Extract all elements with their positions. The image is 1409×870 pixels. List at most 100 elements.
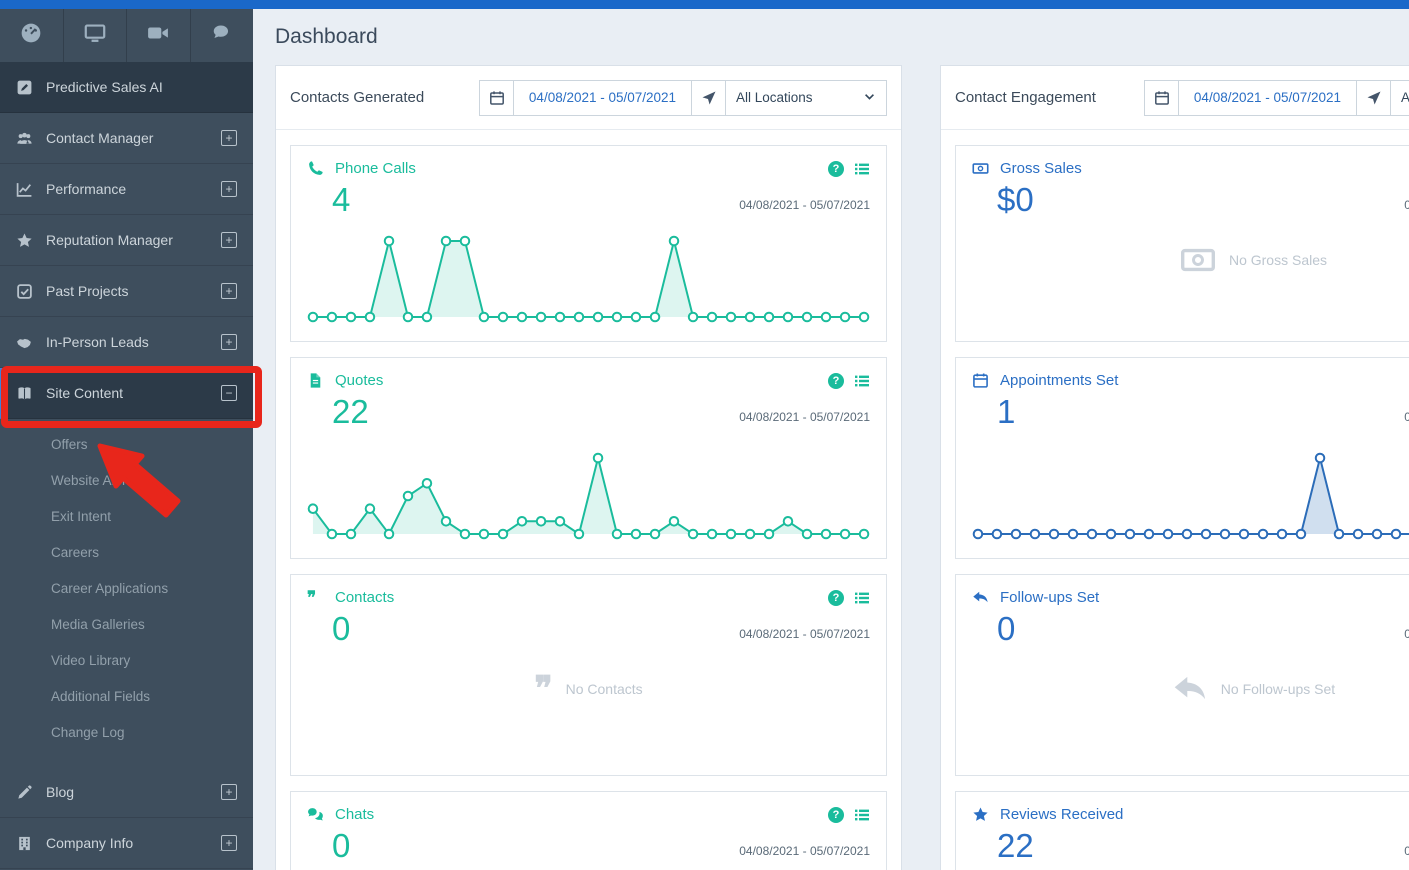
calendar-icon (972, 372, 989, 389)
video-tab[interactable] (127, 9, 191, 62)
card-date-range: 04/08/2021 - 05/07/2021 (739, 844, 870, 858)
help-icon[interactable]: ? (828, 590, 844, 606)
sidebar-item-label: Reputation Manager (46, 232, 173, 248)
submenu-item-change-log[interactable]: Change Log (0, 715, 253, 751)
submenu-item-career-applications[interactable]: Career Applications (0, 571, 253, 607)
date-range-input[interactable]: 04/08/2021 - 05/07/2021 (1179, 81, 1357, 115)
submenu-item-video-library[interactable]: Video Library (0, 643, 253, 679)
help-icon[interactable]: ? (828, 161, 844, 177)
chat-bubble-icon (211, 22, 233, 49)
location-select[interactable]: All Locations (726, 81, 886, 115)
dashboard-tab[interactable] (0, 9, 64, 62)
chats-icon (307, 806, 324, 823)
star-icon (972, 806, 989, 823)
desktop-icon (84, 22, 106, 49)
quote-icon: ❞ (307, 589, 324, 606)
document-icon (307, 372, 324, 389)
quotes-chart (307, 446, 870, 546)
expand-plus-icon[interactable]: + (221, 334, 237, 350)
sidebar-item-in-person-leads[interactable]: In-Person Leads + (0, 317, 253, 368)
help-icon[interactable]: ? (828, 807, 844, 823)
follow-ups-value: 0 (997, 612, 1409, 647)
expand-plus-icon[interactable]: + (221, 130, 237, 146)
list-icon[interactable] (854, 161, 870, 177)
appointments-chart (972, 446, 1409, 546)
reply-icon (1172, 671, 1208, 707)
money-bill-icon (1180, 242, 1216, 278)
empty-state-text: No Contacts (566, 681, 643, 697)
sidebar-item-label: Contact Manager (46, 130, 153, 146)
location-select[interactable]: All Locations (1391, 81, 1409, 115)
sidebar-icon-tabs (0, 9, 253, 62)
sidebar-item-company-info[interactable]: Company Info + (0, 818, 253, 869)
submenu-item-additional-fields[interactable]: Additional Fields (0, 679, 253, 715)
sidebar-item-label: Performance (46, 181, 126, 197)
gross-sales-value: $0 (997, 183, 1409, 218)
pen-square-icon (16, 79, 33, 96)
date-range-input[interactable]: 04/08/2021 - 05/07/2021 (514, 81, 692, 115)
submenu-item-careers[interactable]: Careers (0, 535, 253, 571)
submenu-item-offers[interactable]: Offers (0, 427, 253, 463)
collapse-minus-icon[interactable]: − (221, 385, 237, 401)
gross-sales-card: Gross Sales ? $0 04/08/2021 - 05/07/2021… (955, 145, 1409, 342)
expand-plus-icon[interactable]: + (221, 232, 237, 248)
location-arrow-icon (692, 81, 726, 115)
sidebar-item-reputation-manager[interactable]: Reputation Manager + (0, 215, 253, 266)
sidebar-item-predictive-sales-ai[interactable]: Predictive Sales AI (0, 62, 253, 113)
card-date-range: 04/08/2021 - 05/07/2021 (739, 410, 870, 424)
expand-plus-icon[interactable]: + (221, 283, 237, 299)
contacts-generated-panel: Contacts Generated 04/08/2021 - 05/07/20… (275, 65, 902, 870)
chat-tab[interactable] (191, 9, 254, 62)
page-title: Dashboard (275, 25, 378, 49)
expand-plus-icon[interactable]: + (221, 835, 237, 851)
appointments-set-value: 1 (997, 395, 1409, 430)
sidebar-item-label: Predictive Sales AI (46, 79, 163, 95)
card-date-range: 04/08/2021 - 05/07/2021 (1404, 410, 1409, 424)
submenu-item-website-alert[interactable]: Website Alert (0, 463, 253, 499)
submenu-item-media-galleries[interactable]: Media Galleries (0, 607, 253, 643)
sidebar: Predictive Sales AI Contact Manager + Pe… (0, 9, 253, 870)
list-icon[interactable] (854, 590, 870, 606)
sidebar-item-performance[interactable]: Performance + (0, 164, 253, 215)
calendar-icon (1145, 81, 1179, 115)
card-title: Follow-ups Set (1000, 589, 1099, 606)
expand-plus-icon[interactable]: + (221, 784, 237, 800)
quotes-card: Quotes ? 22 04/08/2021 - 05/07/2021 (290, 357, 887, 559)
follow-ups-set-card: Follow-ups Set ? 0 04/08/2021 - 05/07/20… (955, 574, 1409, 776)
sidebar-item-label: In-Person Leads (46, 334, 149, 350)
empty-state-text: No Follow-ups Set (1221, 681, 1335, 697)
card-title: Reviews Received (1000, 806, 1123, 823)
building-icon (16, 835, 33, 852)
star-icon (16, 232, 33, 249)
appointments-set-card: Appointments Set ? 1 04/08/2021 - 05/07/… (955, 357, 1409, 559)
card-date-range: 04/08/2021 - 05/07/2021 (1404, 198, 1409, 212)
sidebar-item-contact-manager[interactable]: Contact Manager + (0, 113, 253, 164)
card-title: Contacts (335, 589, 394, 606)
desktop-tab[interactable] (64, 9, 128, 62)
empty-state-text: No Gross Sales (1229, 252, 1327, 268)
chevron-down-icon (863, 90, 876, 106)
sidebar-item-past-projects[interactable]: Past Projects + (0, 266, 253, 317)
phone-calls-chart (307, 229, 870, 329)
panel-title: Contacts Generated (290, 89, 424, 106)
help-icon[interactable]: ? (828, 373, 844, 389)
sidebar-item-blog[interactable]: Blog + (0, 767, 253, 818)
expand-plus-icon[interactable]: + (221, 181, 237, 197)
submenu-item-exit-intent[interactable]: Exit Intent (0, 499, 253, 535)
panel-controls: 04/08/2021 - 05/07/2021 All Locations (479, 80, 887, 116)
reviews-received-card: Reviews Received ? 22 04/08/2021 - 05/07… (955, 791, 1409, 870)
sidebar-item-label: Site Content (46, 385, 123, 401)
sidebar-item-site-content[interactable]: Site Content − (0, 368, 253, 419)
list-icon[interactable] (854, 807, 870, 823)
phone-calls-card: Phone Calls ? 4 04/08/2021 - 05/07/2021 (290, 145, 887, 342)
panel-title: Contact Engagement (955, 89, 1096, 106)
card-date-range: 04/08/2021 - 05/07/2021 (1404, 844, 1409, 858)
card-title: Chats (335, 806, 374, 823)
card-title: Gross Sales (1000, 160, 1082, 177)
list-icon[interactable] (854, 373, 870, 389)
site-content-submenu: Offers Website Alert Exit Intent Careers… (0, 419, 253, 767)
card-date-range: 04/08/2021 - 05/07/2021 (739, 627, 870, 641)
contact-engagement-panel: Contact Engagement 04/08/2021 - 05/07/20… (940, 65, 1409, 870)
reply-icon (972, 589, 989, 606)
chats-card: Chats ? 0 04/08/2021 - 05/07/2021 (290, 791, 887, 870)
